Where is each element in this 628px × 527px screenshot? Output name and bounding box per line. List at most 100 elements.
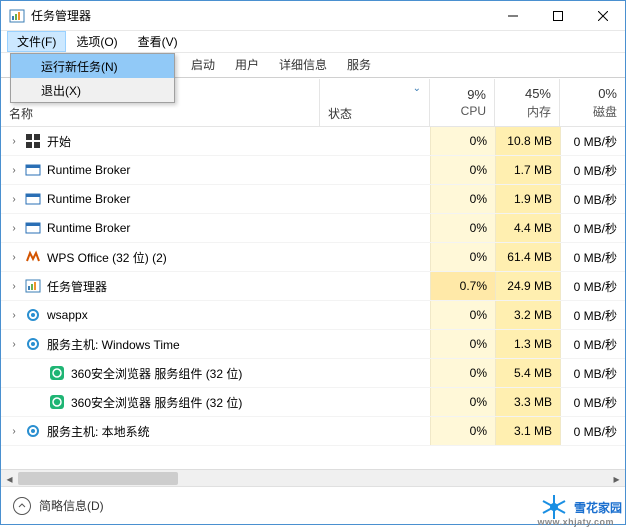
memory-cell: 1.3 MB	[495, 330, 560, 358]
tab-startup[interactable]: 启动	[181, 52, 225, 77]
table-row[interactable]: 360安全浏览器 服务组件 (32 位)0%5.4 MB0 MB/秒	[1, 359, 625, 388]
tab-details[interactable]: 详细信息	[269, 52, 337, 77]
disk-cell: 0 MB/秒	[560, 214, 625, 242]
process-name-cell: 360安全浏览器 服务组件 (32 位)	[1, 388, 320, 416]
process-icon	[25, 423, 41, 439]
process-name-cell: 360安全浏览器 服务组件 (32 位)	[1, 359, 320, 387]
table-row[interactable]: ›wsappx0%3.2 MB0 MB/秒	[1, 301, 625, 330]
memory-cell: 3.1 MB	[495, 417, 560, 445]
process-icon	[25, 133, 41, 149]
file-menu-popup: 运行新任务(N) 退出(X)	[10, 53, 175, 103]
table-row[interactable]: ›WPS Office (32 位) (2)0%61.4 MB0 MB/秒	[1, 243, 625, 272]
close-button[interactable]	[580, 1, 625, 30]
process-icon	[25, 162, 41, 178]
expander-icon[interactable]: ›	[9, 426, 19, 437]
scroll-left-arrow-icon[interactable]: ◂	[1, 470, 18, 487]
process-name: 360安全浏览器 服务组件 (32 位)	[71, 394, 242, 411]
process-name: 服务主机: 本地系统	[47, 423, 150, 440]
process-name-cell: › 服务主机: 本地系统	[1, 417, 320, 445]
cpu-cell: 0%	[430, 388, 495, 416]
expander-icon[interactable]: ›	[9, 223, 19, 234]
process-name: 360安全浏览器 服务组件 (32 位)	[71, 365, 242, 382]
table-row[interactable]: 360安全浏览器 服务组件 (32 位)0%3.3 MB0 MB/秒	[1, 388, 625, 417]
disk-cell: 0 MB/秒	[560, 272, 625, 300]
expander-icon[interactable]: ›	[9, 136, 19, 147]
process-icon	[25, 307, 41, 323]
watermark-url: www.xhjaty.com	[537, 517, 614, 527]
column-status[interactable]: ⌄ 状态	[320, 79, 430, 126]
column-disk[interactable]: 0% 磁盘	[560, 79, 625, 126]
process-icon	[25, 336, 41, 352]
maximize-button[interactable]	[535, 1, 580, 30]
expander-icon[interactable]: ›	[9, 165, 19, 176]
process-name: Runtime Broker	[47, 221, 130, 235]
titlebar: 任务管理器	[1, 1, 625, 31]
process-name-cell: › Runtime Broker	[1, 156, 320, 184]
process-icon	[25, 249, 41, 265]
window-title: 任务管理器	[31, 7, 490, 24]
footer: 简略信息(D)	[1, 486, 625, 524]
process-name: wsappx	[47, 308, 88, 322]
status-cell	[320, 388, 430, 416]
menu-file[interactable]: 文件(F)	[7, 31, 66, 52]
minimize-button[interactable]	[490, 1, 535, 30]
cpu-cell: 0%	[430, 417, 495, 445]
table-row[interactable]: ›开始0%10.8 MB0 MB/秒	[1, 127, 625, 156]
menu-options[interactable]: 选项(O)	[66, 31, 127, 52]
cpu-cell: 0%	[430, 185, 495, 213]
status-cell	[320, 185, 430, 213]
tab-users[interactable]: 用户	[225, 52, 269, 77]
table-row[interactable]: ›任务管理器0.7%24.9 MB0 MB/秒	[1, 272, 625, 301]
menu-run-new-task[interactable]: 运行新任务(N)	[11, 54, 174, 78]
fewer-details-button[interactable]: 简略信息(D)	[13, 497, 104, 515]
process-icon	[49, 365, 65, 381]
status-cell	[320, 243, 430, 271]
cpu-cell: 0%	[430, 359, 495, 387]
disk-cell: 0 MB/秒	[560, 301, 625, 329]
memory-cell: 1.9 MB	[495, 185, 560, 213]
scroll-right-arrow-icon[interactable]: ▸	[608, 470, 625, 487]
expander-icon[interactable]: ›	[9, 281, 19, 292]
cpu-cell: 0%	[430, 214, 495, 242]
memory-cell: 4.4 MB	[495, 214, 560, 242]
process-name-cell: ›Runtime Broker	[1, 185, 320, 213]
expander-icon[interactable]: ›	[9, 310, 19, 321]
status-cell	[320, 301, 430, 329]
table-row[interactable]: ›服务主机: Windows Time0%1.3 MB0 MB/秒	[1, 330, 625, 359]
menu-exit[interactable]: 退出(X)	[11, 78, 174, 102]
horizontal-scrollbar[interactable]: ◂ ▸	[1, 469, 625, 486]
window-controls	[490, 1, 625, 30]
menubar: 文件(F) 选项(O) 查看(V)	[1, 31, 625, 53]
expander-icon[interactable]: ›	[9, 194, 19, 205]
tab-services[interactable]: 服务	[337, 52, 381, 77]
menu-view[interactable]: 查看(V)	[128, 31, 188, 52]
expander-icon[interactable]: ›	[9, 252, 19, 263]
process-name: Runtime Broker	[47, 163, 130, 177]
disk-cell: 0 MB/秒	[560, 127, 625, 155]
table-row[interactable]: ›Runtime Broker0%1.9 MB0 MB/秒	[1, 185, 625, 214]
status-cell	[320, 417, 430, 445]
status-cell	[320, 156, 430, 184]
status-cell	[320, 214, 430, 242]
column-memory[interactable]: 45% 内存	[495, 79, 560, 126]
process-name: 服务主机: Windows Time	[47, 336, 180, 353]
status-cell	[320, 359, 430, 387]
table-row[interactable]: › Runtime Broker 0%4.4 MB0 MB/秒	[1, 214, 625, 243]
process-icon	[25, 220, 41, 236]
cpu-cell: 0%	[430, 156, 495, 184]
cpu-cell: 0.7%	[430, 272, 495, 300]
table-row[interactable]: ›Runtime Broker0%1.7 MB0 MB/秒	[1, 156, 625, 185]
status-cell	[320, 127, 430, 155]
memory-cell: 10.8 MB	[495, 127, 560, 155]
scrollbar-thumb[interactable]	[18, 472, 178, 485]
chevron-up-icon	[13, 497, 31, 515]
column-cpu[interactable]: 9% CPU	[430, 79, 495, 126]
process-name: 开始	[47, 133, 71, 150]
sort-chevron-icon: ⌄	[413, 83, 421, 94]
expander-icon[interactable]: ›	[9, 339, 19, 350]
process-name-cell: › wsappx	[1, 301, 320, 329]
table-row[interactable]: ›服务主机: 本地系统0%3.1 MB0 MB/秒	[1, 417, 625, 446]
process-table-body[interactable]: ›开始0%10.8 MB0 MB/秒›Runtime Broker0%1.7 M…	[1, 127, 625, 469]
disk-cell: 0 MB/秒	[560, 388, 625, 416]
memory-cell: 3.2 MB	[495, 301, 560, 329]
